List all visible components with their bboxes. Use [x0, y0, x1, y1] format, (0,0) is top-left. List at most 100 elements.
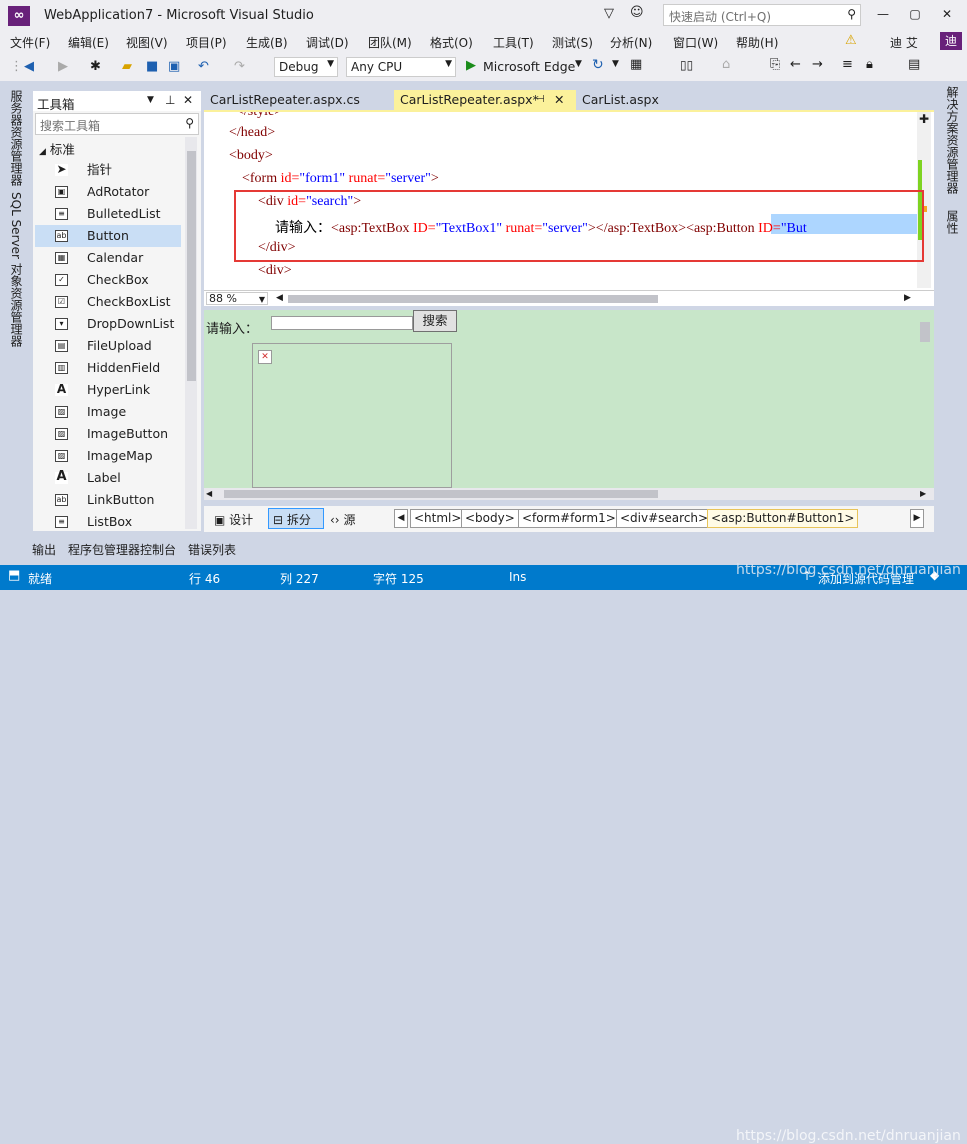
- nav-back-icon[interactable]: ←: [790, 57, 801, 72]
- filter-icon[interactable]: ▽: [604, 6, 614, 21]
- scroll-left-icon[interactable]: ◀: [206, 489, 212, 498]
- toolbox-item-checkbox[interactable]: ✓ CheckBox: [35, 269, 181, 291]
- toolbox-item-checkboxlist[interactable]: ☑ CheckBoxList: [35, 291, 181, 313]
- save-all-icon[interactable]: ▣: [168, 59, 180, 74]
- toolbox-item-linkbutton[interactable]: ab LinkButton: [35, 489, 181, 511]
- tab-output[interactable]: 输出: [32, 541, 56, 558]
- user-name[interactable]: 迪 艾: [890, 34, 918, 51]
- tab-source[interactable]: ‹› 源: [330, 511, 355, 528]
- editor-hscroll-thumb[interactable]: [288, 295, 658, 303]
- start-browser-button[interactable]: Microsoft Edge: [483, 59, 575, 74]
- toolbox-item-image[interactable]: ▨ Image: [35, 401, 181, 423]
- new-project-icon[interactable]: ✱: [90, 59, 101, 74]
- design-hscroll-thumb[interactable]: [224, 490, 658, 498]
- breadcrumb-div[interactable]: <div#search>: [616, 509, 713, 528]
- toolbox-item-fileupload[interactable]: ▤ FileUpload: [35, 335, 181, 357]
- solution-configuration-select[interactable]: Debug ▼: [274, 57, 338, 77]
- zoom-select[interactable]: 88 % ▼: [206, 292, 268, 305]
- refresh-icon[interactable]: ↻: [592, 57, 604, 73]
- bookmark-icon[interactable]: ⌂: [722, 57, 730, 72]
- toolbox-item-hyperlink[interactable]: A HyperLink: [35, 379, 181, 401]
- toolbox-item-pointer[interactable]: ➤ 指针: [35, 159, 181, 181]
- sql-server-explorer-tab[interactable]: SQL Server 对象资源管理器: [8, 192, 25, 347]
- undo-icon[interactable]: ↶: [198, 59, 209, 74]
- menu-debug[interactable]: 调试(D): [306, 34, 349, 51]
- maximize-button[interactable]: ▢: [902, 4, 928, 24]
- properties-tab[interactable]: 属性: [944, 210, 961, 234]
- tab-carlist-aspx[interactable]: CarList.aspx: [576, 90, 665, 110]
- tab-package-manager-console[interactable]: 程序包管理器控制台: [68, 541, 176, 558]
- server-explorer-tab[interactable]: 服务器资源管理器: [8, 90, 25, 186]
- warning-icon[interactable]: ⚠: [845, 33, 857, 48]
- chevron-down-icon[interactable]: ▼: [575, 59, 582, 69]
- toolbox-item-label[interactable]: A Label: [35, 467, 181, 489]
- toolbox-item-dropdownlist[interactable]: ▾ DropDownList: [35, 313, 181, 335]
- forward-icon[interactable]: ▶: [58, 59, 68, 74]
- pin-icon[interactable]: ⊣: [536, 90, 545, 110]
- chevron-down-icon[interactable]: ▼: [147, 95, 154, 105]
- menu-file[interactable]: 文件(F): [10, 34, 50, 51]
- close-icon[interactable]: ✕: [554, 90, 564, 110]
- toolbox-search-input[interactable]: 搜索工具箱 ⚲: [35, 113, 199, 135]
- avatar[interactable]: 迪: [940, 32, 962, 50]
- tab-design[interactable]: ▣ 设计: [214, 511, 253, 528]
- solution-platform-select[interactable]: Any CPU ▼: [346, 57, 456, 77]
- start-debug-icon[interactable]: ▶: [466, 58, 476, 73]
- breadcrumb-body[interactable]: <body>: [461, 509, 519, 528]
- menu-format[interactable]: 格式(O): [430, 34, 473, 51]
- toolbox-item-listbox[interactable]: ≡ ListBox: [35, 511, 181, 533]
- toolbox-scroll-thumb[interactable]: [187, 151, 196, 381]
- design-search-button[interactable]: 搜索: [413, 310, 457, 332]
- feedback-icon[interactable]: ☺: [630, 5, 644, 20]
- tab-split[interactable]: ⊟ 拆分: [268, 508, 324, 529]
- breadcrumb-form[interactable]: <form#form1>: [518, 509, 620, 528]
- comment-icon[interactable]: ⎘: [770, 57, 780, 72]
- breadcrumb-html[interactable]: <html>: [410, 509, 466, 528]
- close-icon[interactable]: ✕: [183, 93, 193, 107]
- menu-view[interactable]: 视图(V): [126, 34, 168, 51]
- minimize-button[interactable]: —: [870, 4, 896, 24]
- save-icon[interactable]: ■: [146, 59, 158, 74]
- tab-error-list[interactable]: 错误列表: [188, 541, 236, 558]
- browser-link-icon[interactable]: ▦: [630, 57, 642, 72]
- toolbox-item-adrotator[interactable]: ▣ AdRotator: [35, 181, 181, 203]
- split-icon[interactable]: ✚: [919, 112, 929, 126]
- breadcrumb-next-icon[interactable]: ▶: [910, 509, 924, 528]
- toolbox-group-standard[interactable]: ◢ 标准: [39, 139, 75, 158]
- menu-test[interactable]: 测试(S): [552, 34, 593, 51]
- scroll-left-icon[interactable]: ◀: [276, 293, 283, 303]
- menu-build[interactable]: 生成(B): [246, 34, 288, 51]
- menu-analyze[interactable]: 分析(N): [610, 34, 652, 51]
- menu-help[interactable]: 帮助(H): [736, 34, 778, 51]
- menu-edit[interactable]: 编辑(E): [68, 34, 109, 51]
- design-vscroll-thumb[interactable]: [920, 322, 930, 342]
- back-icon[interactable]: ◀: [24, 59, 34, 74]
- toolbox-item-calendar[interactable]: ▦ Calendar: [35, 247, 181, 269]
- close-button[interactable]: ✕: [934, 4, 960, 24]
- design-hscroll[interactable]: ◀ ▶: [204, 488, 934, 500]
- scroll-right-icon[interactable]: ▶: [904, 293, 911, 303]
- document-icon[interactable]: ▤: [908, 57, 920, 72]
- step-icon[interactable]: ▯▯: [680, 58, 693, 72]
- toolbox-item-imagebutton[interactable]: ▨ ImageButton: [35, 423, 181, 445]
- design-textbox[interactable]: [271, 316, 413, 330]
- tab-carlistrepeater-aspx[interactable]: CarListRepeater.aspx* ⊣ ✕: [394, 90, 576, 110]
- menu-team[interactable]: 团队(M): [368, 34, 412, 51]
- solution-explorer-tab[interactable]: 解决方案资源管理器: [944, 86, 961, 194]
- pin-icon[interactable]: ⊥: [165, 93, 175, 107]
- toolbox-item-hiddenfield[interactable]: ▥ HiddenField: [35, 357, 181, 379]
- quick-launch-input[interactable]: 快速启动 (Ctrl+Q) ⚲: [663, 4, 861, 26]
- breadcrumb-prev-icon[interactable]: ◀: [394, 509, 408, 528]
- nav-forward-icon[interactable]: →: [812, 57, 823, 72]
- align-icon[interactable]: ≡: [842, 57, 853, 72]
- menu-window[interactable]: 窗口(W): [673, 34, 718, 51]
- scroll-right-icon[interactable]: ▶: [920, 489, 926, 498]
- open-file-icon[interactable]: ▰: [122, 59, 132, 74]
- lock-icon[interactable]: 🔒︎: [866, 57, 873, 72]
- menu-tools[interactable]: 工具(T): [493, 34, 534, 51]
- menu-project[interactable]: 项目(P): [186, 34, 227, 51]
- breadcrumb-button[interactable]: <asp:Button#Button1>: [707, 509, 859, 528]
- toolbox-item-imagemap[interactable]: ▨ ImageMap: [35, 445, 181, 467]
- tab-carlistrepeater-cs[interactable]: CarListRepeater.aspx.cs: [204, 90, 366, 110]
- toolbox-item-button[interactable]: ab Button: [35, 225, 181, 247]
